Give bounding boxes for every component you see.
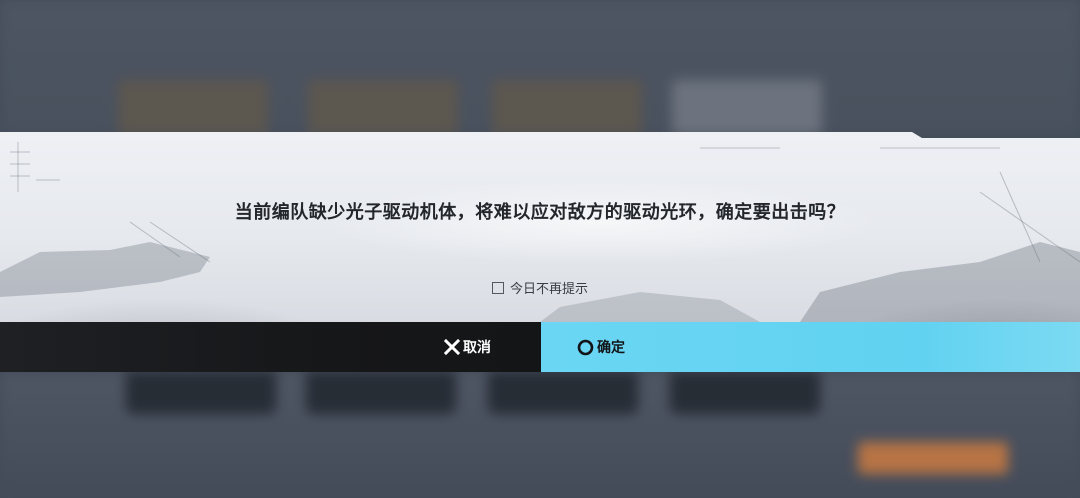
dont-remind-checkbox[interactable] <box>491 281 504 294</box>
circle-icon <box>577 339 594 356</box>
confirm-button[interactable]: 确定 <box>541 322 1080 372</box>
dont-remind-today-option[interactable]: 今日不再提示 <box>0 278 1080 297</box>
dont-remind-label: 今日不再提示 <box>509 282 588 297</box>
cancel-button-label: 取消 <box>463 340 491 356</box>
confirm-button-label: 确定 <box>597 340 625 356</box>
game-screen: 当前编队缺少光子驱动机体，将难以应对敌方的驱动光环，确定要出击吗？ 今日不再提示… <box>0 0 1080 498</box>
cross-icon <box>444 339 460 355</box>
dialog-button-bar: 取消 确定 <box>0 322 1080 372</box>
dialog-message: 当前编队缺少光子驱动机体，将难以应对敌方的驱动光环，确定要出击吗？ <box>234 202 846 223</box>
cancel-button[interactable]: 取消 <box>0 322 541 372</box>
